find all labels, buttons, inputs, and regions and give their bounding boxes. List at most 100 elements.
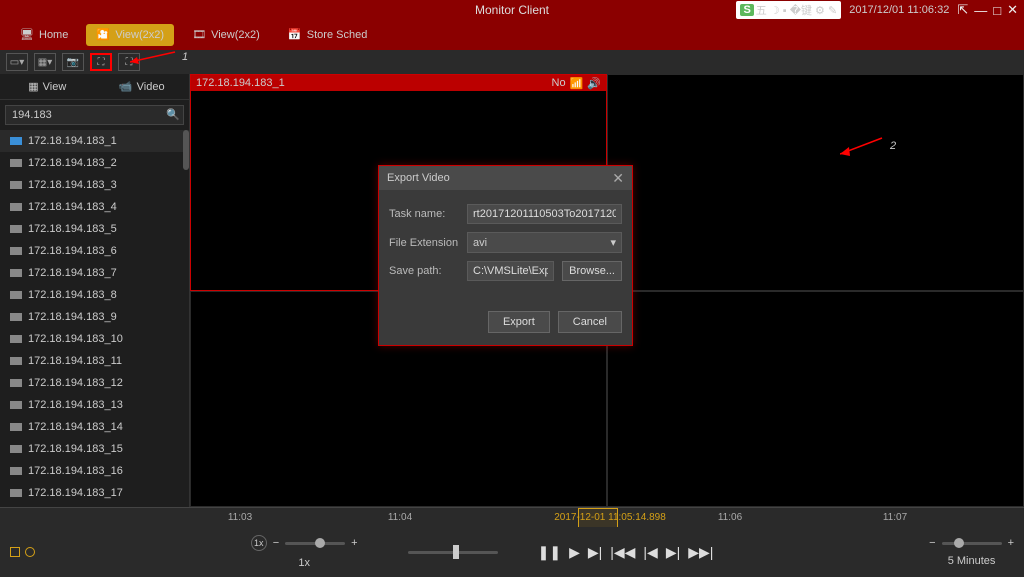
grid-icon: 🎞 — [192, 28, 206, 42]
task-name-label: Task name: — [389, 208, 459, 220]
position-slider[interactable] — [408, 551, 498, 554]
time-tick: 11:04 — [388, 512, 412, 523]
next-button[interactable]: ▶▶| — [688, 544, 713, 561]
zoom-control: − + 5 Minutes — [929, 537, 1014, 567]
tab-view-active[interactable]: 🎦View(2x2) — [86, 24, 174, 46]
device-item[interactable]: 172.18.194.183_7 — [0, 262, 189, 284]
time-tick: 11:06 — [718, 512, 742, 523]
sidebar-tab-video[interactable]: 📹 Video — [95, 74, 190, 99]
camera-icon — [10, 335, 22, 343]
minimize-icon[interactable]: — — [974, 3, 987, 18]
browse-button[interactable]: Browse... — [562, 261, 622, 281]
camera-icon — [10, 401, 22, 409]
export-button[interactable]: ⛶ — [90, 53, 112, 71]
cancel-button[interactable]: Cancel — [558, 311, 622, 333]
zoom-slider[interactable] — [942, 542, 1002, 545]
export-confirm-button[interactable]: Export — [488, 311, 550, 333]
toolbar: ▭▾ ▦▾ 📷 ⛶ ⛶ — [0, 50, 1024, 74]
camera-icon — [10, 467, 22, 475]
signal-icon: 📶 — [570, 77, 584, 90]
camera-icon — [10, 247, 22, 255]
forward-button[interactable]: ▶| — [666, 544, 680, 561]
device-item[interactable]: 172.18.194.183_8 — [0, 284, 189, 306]
zoom-in[interactable]: + — [1008, 537, 1014, 549]
maximize-icon[interactable]: □ — [993, 3, 1001, 18]
file-ext-label: File Extension — [389, 237, 459, 249]
save-path-input[interactable] — [467, 261, 554, 281]
video-pane-2[interactable] — [607, 74, 1024, 291]
camera-icon — [10, 291, 22, 299]
fullscreen-button[interactable]: ⛶ — [118, 53, 140, 71]
device-item[interactable]: 172.18.194.183_14 — [0, 416, 189, 438]
grid-icon: 🎦 — [96, 28, 110, 42]
speed-badge: 1x — [251, 535, 267, 551]
time-tick: 11:03 — [228, 512, 252, 523]
step-button[interactable]: ▶| — [588, 544, 602, 561]
device-item[interactable]: 172.18.194.183_9 — [0, 306, 189, 328]
prev-button[interactable]: |◀◀ — [610, 544, 635, 561]
record-icon[interactable] — [25, 547, 35, 557]
device-item[interactable]: 172.18.194.183_16 — [0, 460, 189, 482]
file-ext-select[interactable]: avi▾ — [467, 232, 622, 253]
zoom-out[interactable]: − — [929, 537, 935, 549]
scrollbar-thumb[interactable] — [183, 130, 189, 170]
dialog-header[interactable]: Export Video ✕ — [379, 166, 632, 190]
app-title: Monitor Client — [475, 3, 549, 17]
logout-icon[interactable]: ⇱ — [957, 2, 968, 18]
camera-icon — [10, 489, 22, 497]
tab-view-2[interactable]: 🎞View(2x2) — [182, 24, 270, 46]
layout-button[interactable]: ▭▾ — [6, 53, 28, 71]
device-item[interactable]: 172.18.194.183_12 — [0, 372, 189, 394]
dialog-close-icon[interactable]: ✕ — [612, 170, 624, 187]
speed-label: 1x — [298, 557, 310, 569]
pause-button[interactable]: ❚❚ — [538, 544, 561, 561]
close-icon[interactable]: ✕ — [1007, 2, 1018, 18]
device-item[interactable]: 172.18.194.183_15 — [0, 438, 189, 460]
ime-indicator[interactable]: S 五 ☽ ▪ �键 ⚙ ✎ — [736, 1, 841, 19]
title-bar: Monitor Client S 五 ☽ ▪ �键 ⚙ ✎ 2017/12/01… — [0, 0, 1024, 20]
device-item[interactable]: 172.18.194.183_4 — [0, 196, 189, 218]
main-tabs: 🖥Home 🎦View(2x2) 🎞View(2x2) 📅Store Sched — [0, 20, 1024, 50]
camera-icon — [10, 313, 22, 321]
play-button[interactable]: ▶ — [569, 544, 580, 561]
tab-store-sched[interactable]: 📅Store Sched — [278, 24, 378, 46]
camera-icon — [10, 423, 22, 431]
zoom-label: 5 Minutes — [948, 555, 996, 567]
video-pane-4[interactable] — [607, 291, 1024, 508]
camera-icon — [10, 357, 22, 365]
device-item[interactable]: 172.18.194.183_17 — [0, 482, 189, 504]
timeline[interactable]: 11:03 11:04 2017-12-01 11:05:14.898 11:0… — [0, 507, 1024, 527]
speed-minus[interactable]: − — [273, 537, 279, 549]
chevron-down-icon: ▾ — [610, 236, 616, 249]
task-name-input[interactable] — [467, 204, 622, 224]
device-item[interactable]: 172.18.194.183_13 — [0, 394, 189, 416]
speed-plus[interactable]: + — [351, 537, 357, 549]
speed-control: 1x − + 1x — [251, 535, 358, 569]
export-video-dialog: Export Video ✕ Task name: File Extension… — [378, 165, 633, 346]
grid-button[interactable]: ▦▾ — [34, 53, 56, 71]
device-item[interactable]: 172.18.194.183_11 — [0, 350, 189, 372]
play-bar: 1x − + 1x ❚❚ ▶ ▶| |◀◀ |◀ ▶| ▶▶| − + 5 Mi… — [0, 527, 1024, 577]
stop-icon[interactable] — [10, 547, 20, 557]
sidebar: ▦ View 📹 Video 🔍 172.18.194.183_1 172.18… — [0, 74, 190, 507]
device-item[interactable]: 172.18.194.183_10 — [0, 328, 189, 350]
snapshot-button[interactable]: 📷 — [62, 53, 84, 71]
camera-icon — [10, 159, 22, 167]
record-controls — [10, 547, 35, 557]
search-icon[interactable]: 🔍 — [166, 108, 180, 121]
search-input[interactable] — [5, 105, 184, 125]
audio-icon: 🔊 — [587, 77, 601, 90]
device-item[interactable]: 172.18.194.183_5 — [0, 218, 189, 240]
sidebar-tab-view[interactable]: ▦ View — [0, 74, 95, 99]
tab-home[interactable]: 🖥Home — [10, 24, 78, 46]
camera-icon — [10, 269, 22, 277]
rewind-button[interactable]: |◀ — [643, 544, 657, 561]
speed-slider[interactable] — [285, 542, 345, 545]
device-item[interactable]: 172.18.194.183_1 — [0, 130, 189, 152]
device-item[interactable]: 172.18.194.183_3 — [0, 174, 189, 196]
device-item[interactable]: 172.18.194.183_6 — [0, 240, 189, 262]
timeline-selection[interactable] — [578, 508, 618, 528]
device-item[interactable]: 172.18.194.183_2 — [0, 152, 189, 174]
save-path-label: Save path: — [389, 265, 459, 277]
camera-icon — [10, 181, 22, 189]
